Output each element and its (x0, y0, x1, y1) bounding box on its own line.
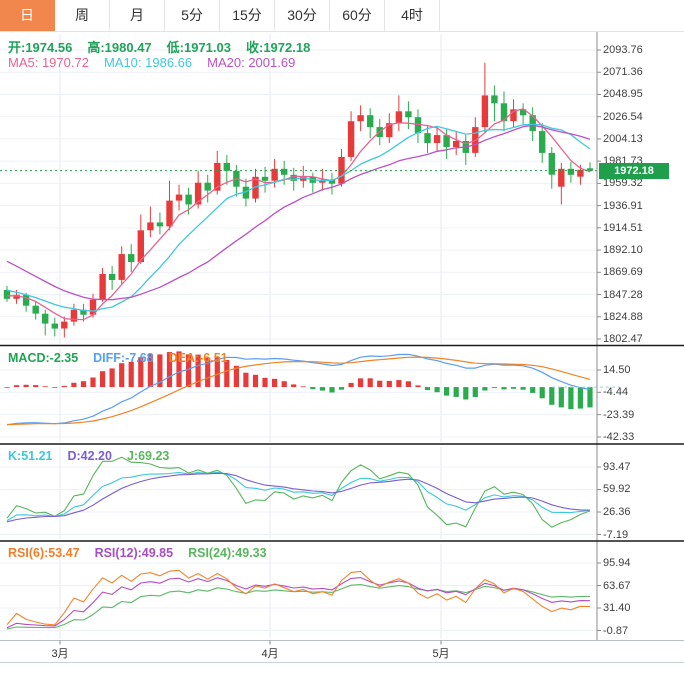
price-axis-tick: 1959.32 (603, 177, 643, 190)
price-axis-tick: 2093.76 (603, 44, 643, 56)
quote-row-low: 低:1971.03 (166, 40, 231, 55)
macd-header: MACD:-2.35 DIFF:-7.68 DEA:-6.51 (8, 351, 243, 365)
time-axis-label-4月: 4月 (261, 648, 279, 660)
kdj-axis-tick: 93.47 (603, 461, 631, 473)
current-price-badge: 1972.18 (599, 162, 669, 179)
kdj-axis-tick: -7.19 (603, 528, 629, 541)
ma-row-ma10: MA10: 1986.66 (103, 55, 193, 70)
macd-axis-tick: -23.39 (603, 408, 635, 421)
rsi-axis-tick: 63.67 (603, 579, 631, 592)
rsi-header-rsi24: RSI(24):49.33 (188, 546, 267, 560)
quote-row-open: 开:1974.56 (8, 40, 73, 55)
chart-canvas[interactable] (0, 0, 684, 673)
quote-row-high: 高:1980.47 (87, 40, 152, 55)
time-axis-label-3月: 3月 (51, 648, 69, 660)
price-axis-tick: 2071.36 (603, 66, 643, 79)
price-axis-tick: 1847.28 (603, 288, 643, 301)
rsi-axis-tick: -0.87 (603, 624, 629, 637)
time-axis-label-5月: 5月 (432, 648, 450, 660)
rsi-header: RSI(6):53.47 RSI(12):49.85 RSI(24):49.33 (8, 546, 282, 560)
price-axis-tick: 2004.13 (603, 132, 643, 145)
ma-row-ma20: MA20: 2001.69 (207, 55, 296, 70)
macd-axis-tick: 14.50 (603, 364, 631, 376)
kline-chart-app: 日周月 5分 15分 30分 60分 4时 开:1974.56 高:1980.47 低:197… (0, 0, 684, 673)
price-axis-tick: 2026.54 (603, 110, 643, 123)
macd-axis-tick: -4.44 (603, 386, 629, 399)
macd-axis-tick: -42.33 (603, 431, 635, 443)
rsi-axis-tick: 95.94 (603, 557, 631, 569)
kdj-header-k: K:51.21 (8, 449, 53, 463)
macd-header-macd: MACD:-2.35 (8, 351, 79, 365)
kdj-header: K:51.21 D:42.20 J:69.23 (8, 449, 184, 463)
kdj-axis-tick: 26.36 (603, 506, 631, 518)
macd-header-diff: DIFF:-7.68 (93, 351, 154, 365)
price-axis-tick: 1914.51 (603, 221, 643, 234)
price-axis-tick: 1936.91 (603, 199, 643, 212)
rsi-header-rsi12: RSI(12):49.85 (94, 546, 174, 560)
kdj-header-d: D:42.20 (67, 449, 112, 463)
price-axis-tick: 1824.88 (603, 310, 643, 323)
ma-header: MA5: 1970.72 MA10: 1986.66 MA20: 2001.69 (8, 55, 310, 70)
rsi-header-rsi6: RSI(6):53.47 (8, 546, 80, 560)
price-axis-tick: 1869.69 (603, 266, 643, 279)
price-axis-tick: 1802.47 (603, 333, 643, 345)
quote-row-close: 收:1972.18 (245, 40, 311, 55)
kdj-axis-tick: 59.92 (603, 483, 631, 496)
macd-header-dea: DEA:-6.51 (168, 351, 228, 365)
kdj-header-j: J:69.23 (126, 449, 170, 463)
price-axis-tick: 2048.95 (603, 88, 643, 101)
ohlc-header: 开:1974.56 高:1980.47 低:1971.03 收:1972.18 (8, 37, 325, 56)
ma-row-ma5: MA5: 1970.72 (8, 55, 89, 70)
rsi-axis-tick: 31.40 (603, 602, 631, 614)
price-axis-tick: 1892.10 (603, 244, 643, 257)
